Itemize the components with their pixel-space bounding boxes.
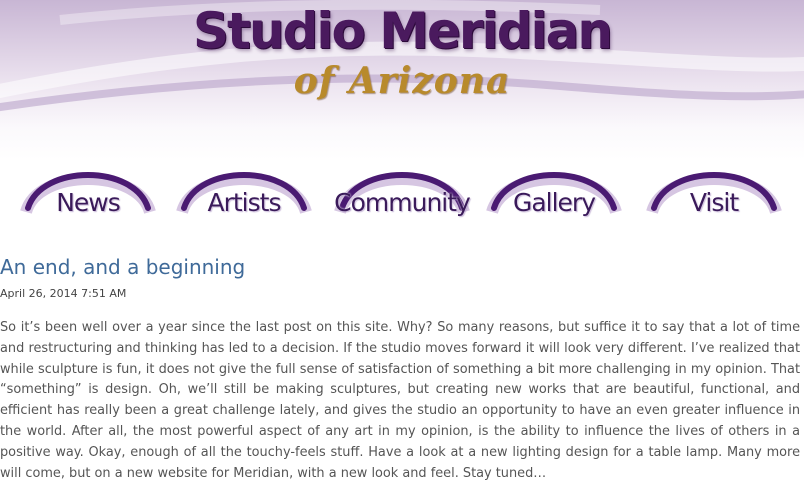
site-header: Studio Meridian of Arizona (0, 0, 804, 160)
main-nav: News Artists Community Gallery Visit (0, 150, 804, 235)
nav-item-artists[interactable]: Artists (174, 150, 314, 235)
site-subtitle-logo: of Arizona (293, 60, 511, 102)
nav-item-gallery[interactable]: Gallery (484, 150, 624, 235)
nav-item-visit[interactable]: Visit (644, 150, 784, 235)
site-title-logo[interactable]: Studio Meridian (0, 2, 804, 60)
nav-label-visit: Visit (689, 188, 739, 217)
nav-label-artists: Artists (207, 188, 282, 217)
nav-item-community[interactable]: Community (332, 150, 472, 235)
post-body: So it’s been well over a year since the … (0, 320, 800, 481)
nav-label-gallery: Gallery (512, 188, 596, 217)
post-title-link[interactable]: An end, and a beginning (0, 255, 245, 279)
post-date: April 26, 2014 7:51 AM (0, 287, 127, 300)
nav-label-community: Community (334, 188, 471, 217)
nav-item-news[interactable]: News (18, 150, 158, 235)
nav-label-news: News (56, 188, 121, 217)
